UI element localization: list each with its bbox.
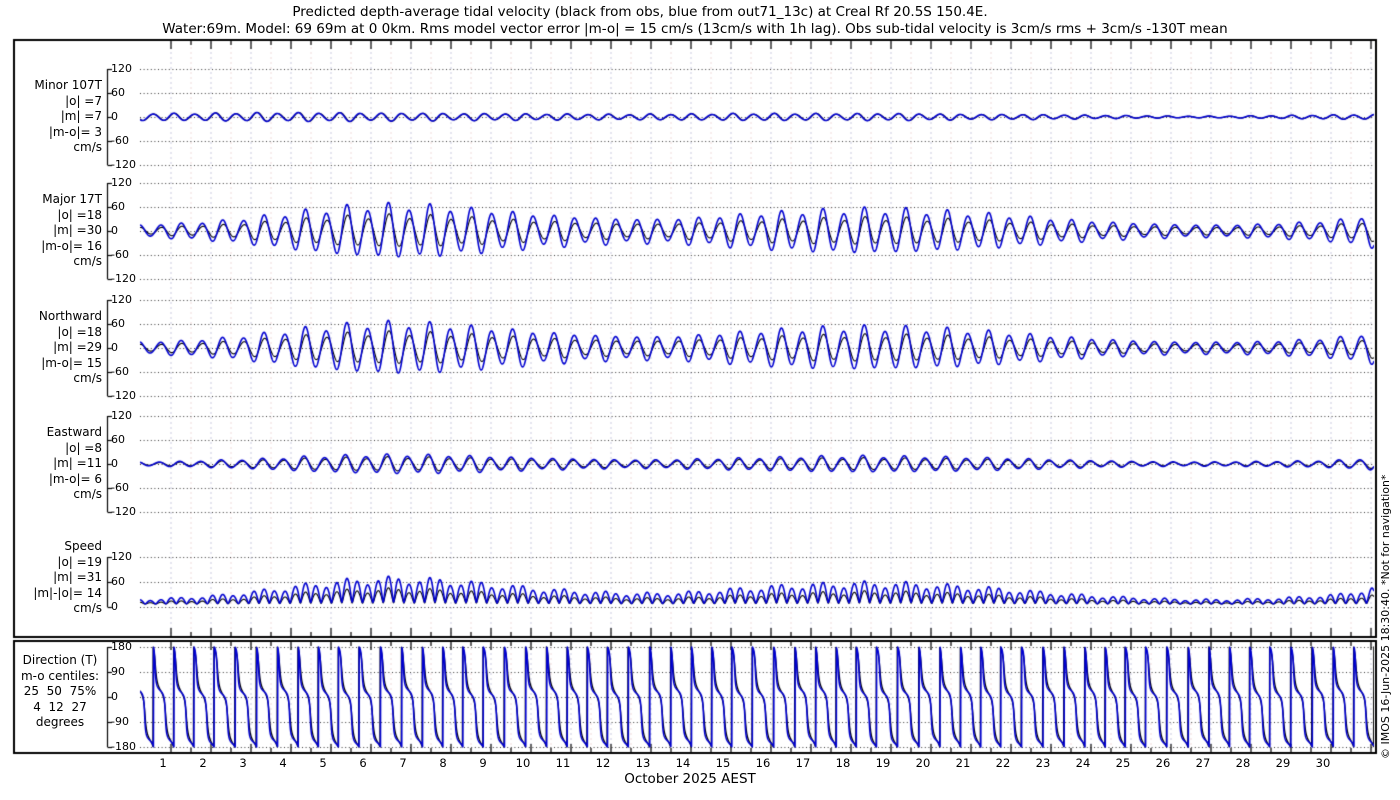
panel-label-line: |o| =7 [65,93,102,108]
panel-label-eastward: Eastward |o| =8 |m| =11 |m-o|= 6 cm/s [16,425,102,503]
speed-ytick-label: 60 [111,574,125,588]
panel-label-line: Speed [64,539,102,553]
panel-label-line: cm/s [73,601,102,615]
x-tick-label: 17 [795,756,811,770]
eastward-ytick-label: -120 [111,505,136,518]
direction-ytick-label: -90 [111,715,129,728]
panel-label-line: |m-o|= 3 [48,124,102,139]
panel-label-line: |m| =7 [60,109,102,123]
x-tick-label: 7 [399,756,407,770]
panel-label-line: degrees [35,715,85,729]
eastward-ytick-label: -60 [111,481,129,494]
minor-ytick-label: 0 [111,110,118,123]
tidal-plot-canvas [0,0,1400,800]
panel-label-line: 25 50 75% [23,684,97,698]
panel-label-line: |o| =19 [57,554,102,569]
x-tick-label: 18 [835,756,851,770]
x-tick-label: 2 [199,756,207,770]
x-tick-label: 19 [875,756,891,770]
panel-label-major: Major 17T |o| =18 |m| =30 |m-o|= 16 cm/s [16,192,102,270]
x-tick-label: 21 [955,756,971,770]
x-tick-label: 24 [1075,756,1091,770]
direction-ytick-label: 180 [111,640,132,653]
x-tick-label: 30 [1315,756,1331,770]
direction-ytick-label: 90 [111,665,125,678]
minor-ytick-label: 60 [111,86,125,99]
panel-label-speed: Speed |o| =19 |m| =31 |m|-|o|= 14 cm/s [16,539,102,617]
panel-label-line: |m| =29 [53,340,102,354]
panel-label-line: |o| =18 [57,207,102,222]
panel-label-direction: Direction (T) m-o centiles: 25 50 75% 4 12 … [14,653,106,731]
panel-label-line: 4 12 27 [33,699,87,714]
x-tick-label: 5 [319,756,327,770]
minor-ytick-label: -120 [111,158,136,171]
major-ytick-label: 0 [111,224,118,237]
x-tick-label: 26 [1155,756,1171,770]
eastward-ytick-label: 60 [111,433,125,446]
x-tick-label: 27 [1195,756,1211,770]
panel-label-line: Northward [38,309,102,323]
major-ytick-label: 60 [111,200,125,213]
x-tick-label: 25 [1115,756,1131,770]
x-tick-label: 15 [715,756,731,770]
speed-ytick-label: 120 [111,549,132,563]
panel-label-line: Minor 107T [34,78,102,92]
panel-label-line: cm/s [73,487,102,501]
minor-ytick-label: -60 [111,134,129,147]
panel-label-northward: Northward |o| =18 |m| =29 |m-o|= 15 cm/s [16,309,102,387]
x-tick-label: 28 [1235,756,1251,770]
x-tick-label: 1 [159,756,167,770]
x-tick-label: 8 [439,756,447,770]
major-ytick-label: -60 [111,248,129,261]
minor-ytick-label: 120 [111,62,132,75]
major-ytick-label: -120 [111,272,136,285]
northward-ytick-label: -120 [111,389,136,402]
x-tick-label: 20 [915,756,931,770]
tidal-velocity-figure: Predicted depth-average tidal velocity (… [0,0,1400,800]
panel-label-line: |m-o|= 15 [41,355,102,370]
panel-label-line: |m|-|o|= 14 [33,585,102,600]
panel-label-line: |m-o|= 6 [48,471,102,486]
panel-label-line: cm/s [73,254,102,268]
panel-label-line: cm/s [73,371,102,385]
x-tick-label: 13 [635,756,651,770]
panel-label-line: Direction (T) [22,653,98,667]
x-tick-label: 29 [1275,756,1291,770]
x-tick-label: 23 [1035,756,1051,770]
x-tick-label: 14 [675,756,691,770]
panel-label-line: |o| =18 [57,324,102,339]
x-tick-label: 10 [515,756,531,770]
northward-ytick-label: 120 [111,293,132,306]
x-tick-label: 9 [479,756,487,770]
panel-label-line: Eastward [46,425,102,439]
x-tick-label: 22 [995,756,1011,770]
x-tick-label: 6 [359,756,367,770]
panel-label-line: |m| =30 [53,223,102,237]
major-ytick-label: 120 [111,176,132,189]
northward-ytick-label: -60 [111,365,129,378]
panel-label-line: |o| =8 [65,440,102,455]
panel-label-line: |m-o|= 16 [41,238,102,253]
x-axis-month-label: October 2025 AEST [624,771,756,787]
panel-label-minor: Minor 107T |o| =7 |m| =7 |m-o|= 3 cm/s [16,78,102,156]
x-tick-label: 11 [555,756,571,770]
panel-label-line: m-o centiles: [20,668,100,683]
x-tick-label: 3 [239,756,247,770]
panel-label-line: |m| =11 [53,456,102,470]
panel-label-line: |m| =31 [53,570,102,584]
eastward-ytick-label: 0 [111,457,118,470]
x-tick-label: 16 [755,756,771,770]
x-tick-label: 12 [595,756,611,770]
speed-ytick-label: 0 [111,600,118,613]
northward-ytick-label: 0 [111,341,118,354]
copyright-watermark: © IMOS 16-Jun-2025 18:30:40. *Not for na… [1379,474,1392,759]
panel-label-line: Major 17T [42,192,102,206]
panel-label-line: cm/s [73,140,102,154]
x-tick-label: 4 [279,756,287,770]
eastward-ytick-label: 120 [111,409,132,422]
northward-ytick-label: 60 [111,317,125,330]
direction-ytick-label: 0 [111,690,118,703]
direction-ytick-label: -180 [111,740,136,753]
